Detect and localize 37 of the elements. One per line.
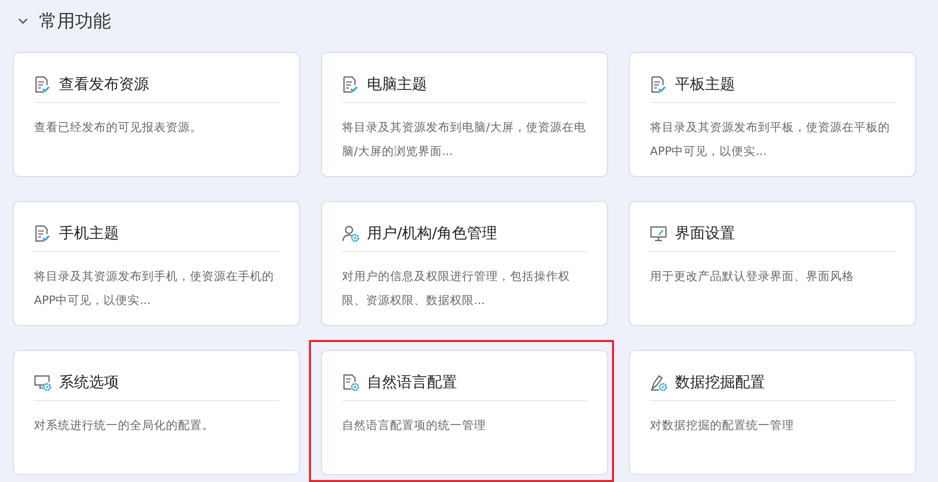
function-card[interactable]: 数据挖掘配置 对数据挖掘的配置统一管理 — [629, 350, 916, 475]
function-card[interactable]: 电脑主题 将目录及其资源发布到电脑/大屏，使资源在电脑/大屏的浏览界面... — [321, 52, 608, 177]
document-check-icon — [650, 76, 667, 92]
card-description: 自然语言配置项的统一管理 — [342, 417, 487, 434]
card-description: 对用户的信息及权限进行管理，包括操作权限、资源权限、数据权限... — [342, 268, 571, 309]
user-gear-icon — [342, 224, 359, 242]
card-title: 用户/机构/角色管理 — [367, 224, 498, 242]
card-title: 查看发布资源 — [59, 74, 149, 94]
card-description: 对数据挖掘的配置统一管理 — [650, 417, 795, 434]
monitor-icon — [650, 224, 667, 242]
section-header[interactable]: 常用功能 — [13, 7, 111, 35]
function-card[interactable]: 手机主题 将目录及其资源发布到手机，使资源在手机的APP中可见，以便实... — [13, 201, 300, 326]
card-title: 自然语言配置 — [367, 372, 457, 392]
card-title: 数据挖掘配置 — [675, 372, 765, 392]
card-title: 电脑主题 — [367, 74, 427, 94]
pen-gear-icon — [650, 374, 667, 390]
function-card[interactable]: 查看发布资源 查看已经发布的可见报表资源。 — [13, 52, 300, 177]
card-description: 将目录及其资源发布到平板，使资源在平板的APP中可见，以便实... — [650, 119, 891, 160]
function-card[interactable]: 平板主题 将目录及其资源发布到平板，使资源在平板的APP中可见，以便实... — [629, 52, 916, 177]
function-card[interactable]: 自然语言配置 自然语言配置项的统一管理 — [321, 350, 608, 475]
card-description: 用于更改产品默认登录界面、界面风格 — [650, 268, 855, 285]
card-description: 对系统进行统一的全局化的配置。 — [34, 417, 215, 434]
card-title: 手机主题 — [59, 224, 119, 242]
function-card[interactable]: 系统选项 对系统进行统一的全局化的配置。 — [13, 350, 300, 475]
monitor-gear-icon — [34, 374, 51, 390]
document-check-icon — [34, 224, 51, 242]
card-description: 将目录及其资源发布到手机，使资源在手机的APP中可见，以便实... — [34, 268, 275, 309]
card-title: 平板主题 — [675, 74, 735, 94]
card-description: 查看已经发布的可见报表资源。 — [34, 119, 203, 136]
document-check-icon — [34, 76, 51, 92]
document-check-icon — [342, 76, 359, 92]
document-gear-icon — [342, 374, 359, 390]
card-title: 界面设置 — [675, 224, 735, 242]
function-card[interactable]: 界面设置 用于更改产品默认登录界面、界面风格 — [629, 201, 916, 326]
function-card[interactable]: 用户/机构/角色管理 对用户的信息及权限进行管理，包括操作权限、资源权限、数据权限... — [321, 201, 608, 326]
card-description: 将目录及其资源发布到电脑/大屏，使资源在电脑/大屏的浏览界面... — [342, 119, 587, 160]
card-title: 系统选项 — [59, 372, 119, 392]
